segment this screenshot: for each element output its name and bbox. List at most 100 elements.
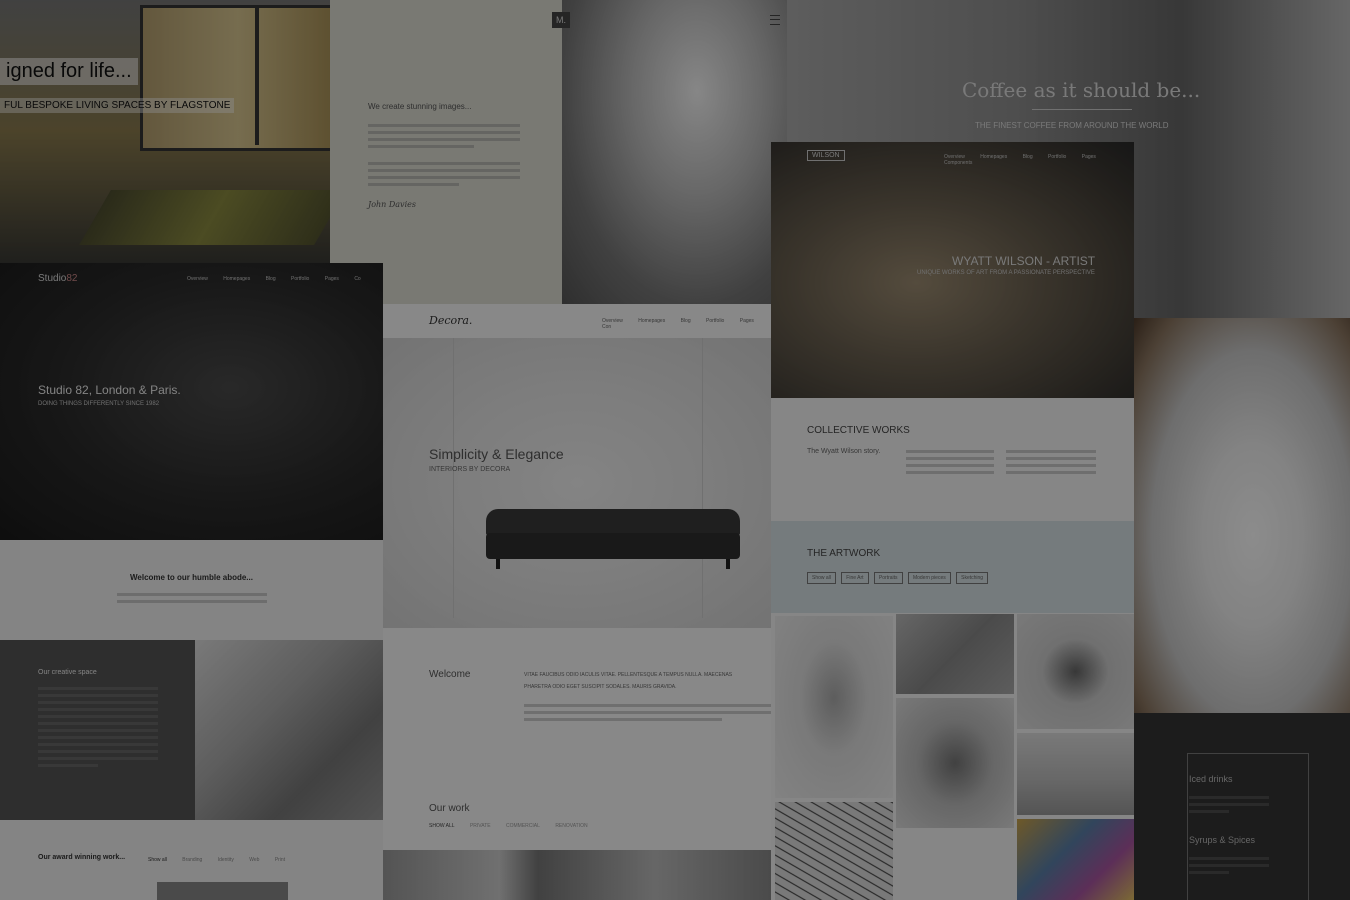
- wilson-panel: WILSON Overview Homepages Blog Portfolio…: [771, 142, 1134, 900]
- coffee-menu-text-2: [1189, 853, 1269, 878]
- artwork-lines: [775, 802, 893, 900]
- decora-nav-homepages[interactable]: Homepages: [638, 318, 665, 324]
- studio-creative-text: [38, 683, 158, 771]
- wilson-nav-components[interactable]: Components: [944, 160, 972, 166]
- decora-filter-all[interactable]: SHOW ALL: [429, 823, 455, 829]
- mono-panel: M. We create stunning images... John Dav…: [330, 0, 787, 320]
- artwork-runner: [1017, 614, 1134, 729]
- studio-logo-text: Studio: [38, 273, 67, 284]
- wilson-nav-pages[interactable]: Pages: [1082, 154, 1096, 160]
- studio-panel: Studio82 Overview Homepages Blog Portfol…: [0, 263, 383, 900]
- coffee-menu-item-1: Iced drinks: [1189, 774, 1233, 784]
- decora-work-title: Our work: [429, 803, 470, 814]
- mono-body-text: [368, 120, 520, 152]
- studio-nav-homepages[interactable]: Homepages: [223, 276, 250, 282]
- wilson-filter-fine-art[interactable]: Fine Art: [841, 572, 869, 584]
- wilson-artwork-filters: Show all Fine Art Portraits Modern piece…: [807, 572, 992, 584]
- studio-nav-pages[interactable]: Pages: [325, 276, 339, 282]
- decora-nav-portfolio[interactable]: Portfolio: [706, 318, 724, 324]
- decora-nav-pages[interactable]: Pages: [740, 318, 754, 324]
- sofa-leg-left: [496, 559, 500, 569]
- decora-nav: Overview Homepages Blog Portfolio Pages …: [602, 318, 771, 330]
- wilson-hero-title: WYATT WILSON - ARTIST: [952, 254, 1096, 268]
- flagstone-subline: FUL BESPOKE LIVING SPACES BY FLAGSTONE: [0, 98, 235, 113]
- studio-filter-print[interactable]: Print: [275, 857, 285, 863]
- decora-filter-commercial[interactable]: COMMERCIAL: [506, 823, 540, 829]
- wilson-filter-all[interactable]: Show all: [807, 572, 836, 584]
- studio-nav: Overview Homepages Blog Portfolio Pages …: [187, 276, 375, 282]
- mono-portrait: [562, 0, 787, 305]
- studio-creative-title: Our creative space: [38, 669, 97, 676]
- decora-logo[interactable]: Decora.: [429, 314, 472, 327]
- wilson-filter-modern[interactable]: Modern pieces: [907, 572, 951, 584]
- studio-nav-contact[interactable]: Co: [354, 276, 360, 282]
- flagstone-headline: igned for life...: [0, 58, 138, 85]
- studio-filter-web[interactable]: Web: [249, 857, 259, 863]
- studio-logo-accent: 82: [66, 273, 78, 284]
- decora-nav-blog[interactable]: Blog: [681, 318, 691, 324]
- decora-hero-sub: INTERIORS BY DECORA: [429, 466, 511, 473]
- coffee-subline: THE FINEST COFFEE FROM AROUND THE WORLD: [975, 121, 1169, 130]
- studio-hero-sub: DOING THINGS DIFFERENTLY SINCE 1982: [38, 401, 160, 407]
- studio-nav-blog[interactable]: Blog: [266, 276, 276, 282]
- coffee-headline: Coffee as it should be...: [962, 78, 1201, 102]
- studio-filter-all[interactable]: Show all: [148, 857, 167, 863]
- studio-award-thumb: [157, 882, 288, 900]
- studio-logo[interactable]: Studio82: [38, 273, 77, 284]
- wilson-nav-homepages[interactable]: Homepages: [980, 154, 1007, 160]
- window-mullion: [255, 5, 259, 145]
- mono-body-text-2: [368, 158, 520, 190]
- wilson-collective-title: COLLECTIVE WORKS: [807, 425, 910, 436]
- window-frame: [140, 5, 330, 151]
- sofa-seat: [486, 533, 740, 559]
- coffee-divider: [1032, 109, 1132, 110]
- decora-work-thumbs: [383, 850, 771, 900]
- studio-filter-identity[interactable]: Identity: [218, 857, 234, 863]
- decora-work-filters: SHOW ALL PRIVATE COMMERCIAL RENOVATION: [429, 823, 602, 829]
- studio-award-title: Our award winning work...: [38, 854, 126, 861]
- artwork-child-sketch: [896, 698, 1014, 828]
- mono-signature: John Davies: [368, 200, 416, 209]
- studio-desk-photo: [195, 640, 383, 820]
- decora-nav-contact[interactable]: Con: [602, 324, 611, 330]
- studio-welcome: Welcome to our humble abode...: [130, 573, 253, 582]
- hamburger-icon[interactable]: [770, 15, 780, 25]
- flagstone-panel: igned for life... FUL BESPOKE LIVING SPA…: [0, 0, 330, 263]
- studio-nav-overview[interactable]: Overview: [187, 276, 208, 282]
- mono-logo[interactable]: M.: [552, 12, 570, 28]
- studio-filter-branding[interactable]: Branding: [182, 857, 202, 863]
- studio-nav-portfolio[interactable]: Portfolio: [291, 276, 309, 282]
- artwork-bicycle-mural: [896, 614, 1014, 694]
- coffee-cup-photo: [1134, 318, 1350, 713]
- wilson-story-text-1: [906, 446, 994, 478]
- decora-welcome-text-2: PHARETRA ODIO EGET SUSCIPIT SODALES. MAU…: [524, 684, 677, 690]
- pool: [79, 190, 330, 245]
- wilson-story: The Wyatt Wilson story.: [807, 448, 881, 455]
- artwork-deer-sketch: [775, 616, 893, 798]
- coffee-menu-item-2: Syrups & Spices: [1189, 835, 1256, 845]
- decora-welcome: Welcome: [429, 669, 471, 680]
- artwork-street-art: [1017, 733, 1134, 815]
- wilson-nav-blog[interactable]: Blog: [1023, 154, 1033, 160]
- wilson-nav-portfolio[interactable]: Portfolio: [1048, 154, 1066, 160]
- wilson-artwork-title: THE ARTWORK: [807, 548, 881, 559]
- mono-tagline: We create stunning images...: [368, 102, 472, 111]
- wilson-filter-portraits[interactable]: Portraits: [873, 572, 903, 584]
- artwork-colorful-face: [1017, 819, 1134, 900]
- wilson-hero-sub: UNIQUE WORKS OF ART FROM A PASSIONATE PE…: [917, 270, 1095, 276]
- studio-welcome-text: [117, 589, 267, 607]
- studio-award-filters: Show all Branding Identity Web Print: [148, 857, 299, 863]
- wilson-logo[interactable]: WILSON: [807, 150, 845, 161]
- decora-hero-title: Simplicity & Elegance: [429, 446, 564, 462]
- studio-hero-title: Studio 82, London & Paris.: [38, 383, 181, 397]
- sofa-back: [486, 509, 740, 535]
- decora-room-frame: [453, 338, 703, 618]
- wilson-nav: Overview Homepages Blog Portfolio Pages …: [944, 154, 1134, 166]
- coffee-menu-text-1: [1189, 792, 1269, 817]
- decora-filter-private[interactable]: PRIVATE: [470, 823, 491, 829]
- wilson-filter-sketching[interactable]: Sketching: [956, 572, 989, 584]
- decora-panel: Decora. Overview Homepages Blog Portfoli…: [383, 304, 771, 900]
- sofa-leg-right: [726, 559, 730, 569]
- decora-filter-renovation[interactable]: RENOVATION: [555, 823, 587, 829]
- decora-welcome-text-1: VITAE FAUCIBUS ODIO IACULIS VITAE. PELLE…: [524, 672, 733, 678]
